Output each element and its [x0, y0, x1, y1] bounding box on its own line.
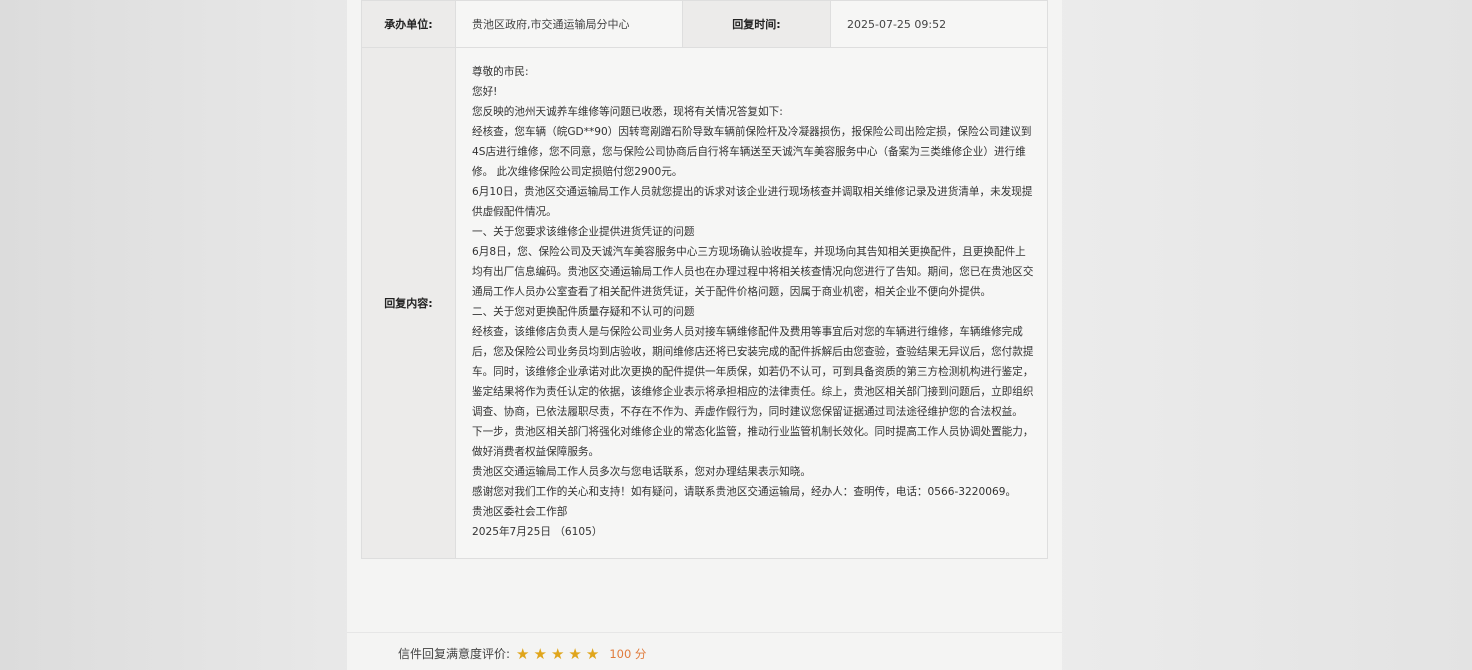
reply-paragraph: 您反映的池州天诚养车维修等问题已收悉，现将有关情况答复如下: [472, 106, 783, 118]
reply-paragraph: 6月8日，您、保险公司及天诚汽车美容服务中心三方现场确认验收提车，并现场向其告知… [472, 246, 1034, 298]
star-icon[interactable]: ★ [534, 646, 547, 662]
reply-signature: 贵池区委社会工作部 [472, 506, 568, 518]
rating-label: 信件回复满意度评价: [398, 647, 511, 661]
handler-label: 承办单位: [361, 0, 456, 48]
reply-paragraph: 尊敬的市民: [472, 66, 529, 78]
reply-time-value: 2025-07-25 09:52 [830, 0, 1048, 48]
reply-time-label: 回复时间: [682, 0, 831, 48]
reply-paragraph: 您好! [472, 86, 498, 98]
rating-score: 100 分 [609, 646, 647, 661]
handler-row: 承办单位: 贵池区政府,市交通运输局分中心 回复时间: 2025-07-25 0… [361, 0, 1048, 48]
reply-content-label: 回复内容: [361, 47, 456, 559]
reply-paragraph: 二、关于您对更换配件质量存疑和不认可的问题 [472, 306, 695, 318]
rating-stars: ★ ★ ★ ★ ★ [516, 646, 599, 662]
handler-value: 贵池区政府,市交通运输局分中心 [455, 0, 683, 48]
star-icon[interactable]: ★ [586, 646, 599, 662]
reply-paragraph: 贵池区交通运输局工作人员多次与您电话联系，您对办理结果表示知晓。 [472, 466, 811, 478]
reply-date: 2025年7月25日 （6105） [472, 526, 603, 538]
star-icon[interactable]: ★ [516, 646, 529, 662]
reply-paragraph: 经核查，该维修店负责人是与保险公司业务人员对接车辆维修配件及费用等事宜后对您的车… [472, 326, 1034, 418]
reply-paragraph: 下一步，贵池区相关部门将强化对维修企业的常态化监管，推动行业监管机制长效化。同时… [472, 426, 1034, 458]
satisfaction-rating: 信件回复满意度评价: ★ ★ ★ ★ ★ 100 分 [398, 645, 646, 662]
reply-paragraph: 一、关于您要求该维修企业提供进货凭证的问题 [472, 226, 695, 238]
section-divider [347, 632, 1062, 633]
star-icon[interactable]: ★ [551, 646, 564, 662]
reply-content-row: 回复内容: 尊敬的市民: 您好! 您反映的池州天诚养车维修等问题已收悉，现将有关… [361, 47, 1048, 559]
reply-table: 承办单位: 贵池区政府,市交通运输局分中心 回复时间: 2025-07-25 0… [361, 0, 1048, 559]
reply-paragraph: 感谢您对我们工作的关心和支持！如有疑问，请联系贵池区交通运输局，经办人：查明传，… [472, 486, 1017, 498]
reply-paragraph: 经核查，您车辆（皖GD**90）因转弯剐蹭石阶导致车辆前保险杆及冷凝器损伤，报保… [472, 126, 1032, 178]
reply-content-body: 尊敬的市民: 您好! 您反映的池州天诚养车维修等问题已收悉，现将有关情况答复如下… [455, 47, 1048, 559]
star-icon[interactable]: ★ [568, 646, 581, 662]
reply-paragraph: 6月10日，贵池区交通运输局工作人员就您提出的诉求对该企业进行现场核查并调取相关… [472, 186, 1033, 218]
